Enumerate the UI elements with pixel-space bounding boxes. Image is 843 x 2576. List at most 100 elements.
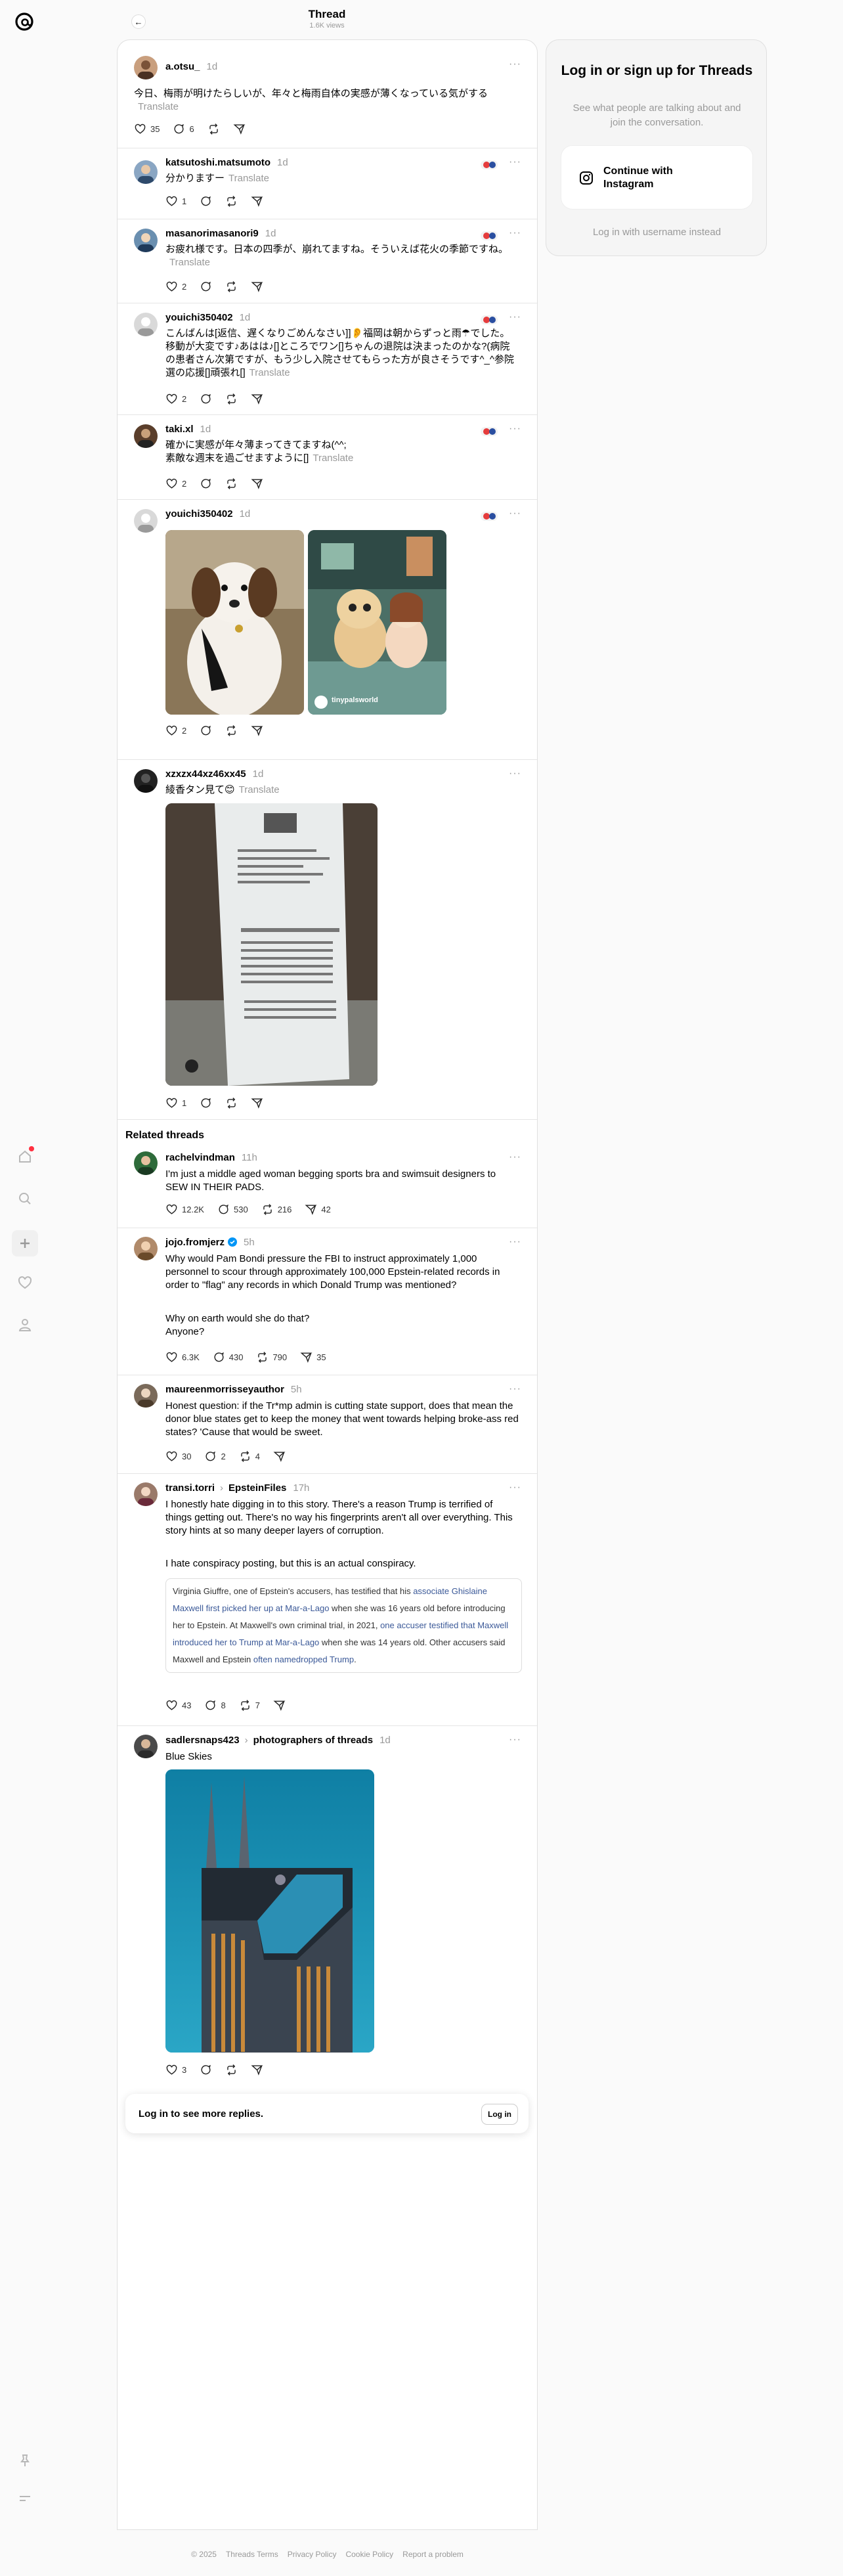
like-button[interactable]: 2 [165, 477, 186, 490]
more-options-icon[interactable]: ··· [509, 1734, 521, 1746]
more-options-icon[interactable]: ··· [509, 58, 521, 70]
topic-tag[interactable]: photographers of threads [253, 1735, 374, 1746]
reply-button[interactable]: 2 [204, 1450, 226, 1463]
nav-activity-icon[interactable] [14, 1272, 35, 1293]
repost-button[interactable] [225, 2064, 238, 2076]
username-login-link[interactable]: Log in with username instead [546, 227, 767, 238]
post-author[interactable]: transi.torri › EpsteinFiles 17h [165, 1482, 309, 1494]
related-thread[interactable]: sadlersnaps423 › photographers of threads 1… [118, 1726, 537, 2081]
avatar[interactable] [134, 1482, 158, 1506]
translate-link[interactable]: Translate [138, 101, 179, 112]
avatar[interactable] [134, 1735, 158, 1758]
avatar[interactable] [134, 1151, 158, 1175]
avatar[interactable] [134, 509, 158, 533]
share-button[interactable] [273, 1450, 286, 1463]
post-author[interactable]: rachelvindman 11h [165, 1152, 257, 1163]
nav-profile-icon[interactable] [14, 1314, 35, 1335]
post-author[interactable]: katsutoshi.matsumoto 1d [165, 157, 288, 168]
translate-link[interactable]: Translate [239, 784, 280, 795]
translate-link[interactable]: Translate [228, 173, 269, 184]
share-button[interactable] [251, 2064, 263, 2076]
repost-button[interactable] [225, 195, 238, 208]
nav-home-icon[interactable] [14, 1146, 35, 1167]
post-author[interactable]: youichi350402 1d [165, 508, 250, 520]
share-button[interactable] [251, 280, 263, 293]
reply-button[interactable]: 530 [217, 1203, 248, 1216]
repost-button[interactable] [225, 280, 238, 293]
reply-button[interactable] [200, 280, 212, 293]
share-button[interactable]: 35 [300, 1351, 326, 1364]
reply-post[interactable]: youichi350402 1d ··· tinypalsworld 2 [118, 500, 537, 760]
translate-link[interactable]: Translate [249, 367, 290, 378]
post-author[interactable]: sadlersnaps423 › photographers of threads 1… [165, 1735, 391, 1746]
post-author[interactable]: taki.xl 1d [165, 424, 211, 435]
share-button[interactable] [251, 195, 263, 208]
share-button[interactable] [251, 724, 263, 737]
dog-photo[interactable] [165, 530, 304, 715]
avatar[interactable] [134, 769, 158, 793]
cartoon-dogs-image[interactable]: tinypalsworld [308, 530, 446, 715]
nav-pin-icon[interactable] [14, 2450, 35, 2471]
avatar[interactable] [134, 313, 158, 336]
avatar[interactable] [134, 1384, 158, 1408]
repost-button[interactable] [207, 123, 220, 135]
reply-post[interactable]: taki.xl 1d ··· 確かに実感が年々薄まってきてますね(^^; 素敵な週… [118, 415, 537, 500]
avatar[interactable] [134, 56, 158, 79]
building-photo[interactable] [165, 1769, 374, 2053]
reply-button[interactable]: 430 [213, 1351, 243, 1364]
reply-button[interactable] [200, 1097, 212, 1109]
more-options-icon[interactable]: ··· [509, 768, 521, 780]
repost-button[interactable] [225, 393, 238, 405]
repost-button[interactable]: 7 [239, 1699, 260, 1712]
more-options-icon[interactable]: ··· [509, 311, 521, 323]
avatar[interactable] [134, 424, 158, 448]
like-button[interactable]: 12.2K [165, 1203, 204, 1216]
more-options-icon[interactable]: ··· [509, 508, 521, 520]
share-button[interactable] [251, 393, 263, 405]
more-options-icon[interactable]: ··· [509, 1482, 521, 1494]
post-author[interactable]: maureenmorrisseyauthor 5h [165, 1384, 302, 1395]
like-button[interactable]: 1 [165, 1097, 186, 1109]
reply-button[interactable]: 8 [204, 1699, 226, 1712]
nav-search-icon[interactable] [14, 1188, 35, 1209]
footer-link-cookies[interactable]: Cookie Policy [345, 2550, 393, 2559]
post-author[interactable]: masanorimasanori9 1d [165, 228, 276, 239]
post-author[interactable]: jojo.fromjerz 5h [165, 1237, 255, 1248]
nav-menu-icon[interactable] [14, 2488, 35, 2509]
share-button[interactable] [273, 1699, 286, 1712]
translate-link[interactable]: Translate [169, 257, 210, 268]
like-button[interactable]: 2 [165, 393, 186, 405]
reply-post[interactable]: xzxzx44xz46xx45 1d ··· 綾香タン見て😊 Translate 1 [118, 760, 537, 1120]
reply-button[interactable]: 6 [173, 123, 194, 135]
reply-button[interactable] [200, 195, 212, 208]
reply-button[interactable] [200, 393, 212, 405]
login-button[interactable]: Log in [481, 2104, 518, 2125]
more-options-icon[interactable]: ··· [509, 423, 521, 435]
related-thread[interactable]: maureenmorrisseyauthor 5h ··· Honest ques… [118, 1375, 537, 1474]
reply-post[interactable]: youichi350402 1d ··· こんばんは[返信、遅くなりごめんなさい]… [118, 303, 537, 415]
repost-button[interactable] [225, 1097, 238, 1109]
like-button[interactable]: 35 [134, 123, 160, 135]
share-button[interactable] [251, 477, 263, 490]
like-button[interactable]: 2 [165, 724, 186, 737]
reply-post[interactable]: katsutoshi.matsumoto 1d ··· 分かりますー Transla… [118, 148, 537, 219]
footer-link-terms[interactable]: Threads Terms [226, 2550, 278, 2559]
share-button[interactable] [251, 1097, 263, 1109]
avatar[interactable] [134, 229, 158, 252]
related-thread[interactable]: rachelvindman 11h ··· I'm just a middle a… [118, 1144, 537, 1228]
receipt-photo[interactable] [165, 803, 378, 1086]
like-button[interactable]: 30 [165, 1450, 191, 1463]
more-options-icon[interactable]: ··· [509, 1236, 521, 1248]
main-post[interactable]: a.otsu_ 1d ··· 今日、梅雨が明けたらしいが、年々と梅雨自体の実感が薄… [118, 40, 537, 148]
quoted-article[interactable]: Virginia Giuffre, one of Epstein's accus… [165, 1578, 522, 1673]
footer-link-privacy[interactable]: Privacy Policy [288, 2550, 337, 2559]
like-button[interactable]: 3 [165, 2064, 186, 2076]
translate-link[interactable]: Translate [313, 453, 353, 464]
like-button[interactable]: 1 [165, 195, 186, 208]
nav-create-icon[interactable] [12, 1230, 38, 1256]
threads-logo[interactable] [12, 9, 37, 34]
more-options-icon[interactable]: ··· [509, 227, 521, 239]
like-button[interactable]: 43 [165, 1699, 191, 1712]
reply-post[interactable]: masanorimasanori9 1d ··· お疲れ様です。日本の四季が、崩れ… [118, 219, 537, 303]
repost-button[interactable]: 216 [261, 1203, 292, 1216]
